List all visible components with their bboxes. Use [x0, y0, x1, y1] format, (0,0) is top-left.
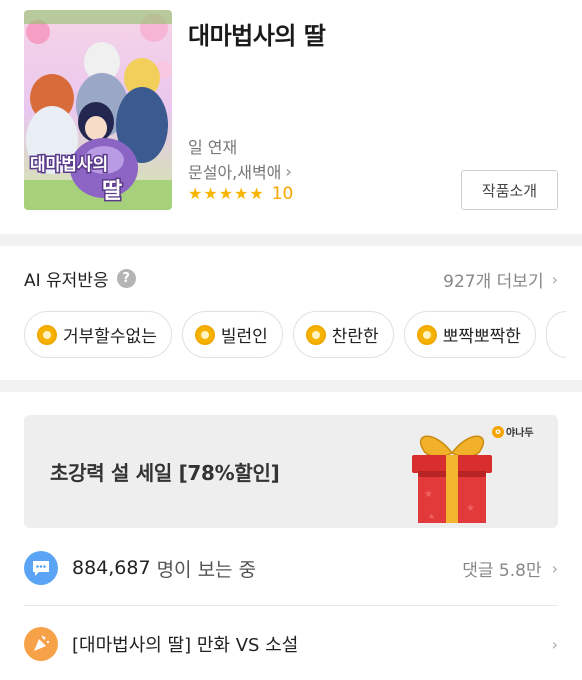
viewer-count: 884,687 — [72, 557, 151, 579]
work-intro-button[interactable]: 작품소개 — [461, 170, 558, 210]
serial-schedule: 일 연재 — [188, 138, 238, 157]
svg-text:딸: 딸 — [102, 179, 122, 204]
star-icon: ★ — [218, 184, 234, 203]
ai-reactions-title: AI 유저반응 — [24, 271, 109, 291]
ad-banner-text: 초강력 설 세일 [78%할인] — [50, 461, 280, 485]
star-icon: ★ — [234, 184, 249, 203]
star-icon: ★ — [188, 184, 203, 203]
ad-banner[interactable]: 초강력 설 세일 [78%할인] ★ ★ ★ o 야나두 — [24, 415, 558, 528]
svg-text:★: ★ — [428, 512, 435, 521]
rating: ★ ★ ★ ★ ★ 10 — [188, 184, 293, 204]
rating-score: 10 — [271, 184, 294, 204]
ad-brand-name: 야나두 — [506, 428, 534, 439]
work-info: 대마법사의 딸 대마법사의 딸 일 연재 문설아,새벽애 › ★ ★ ★ ★ ★… — [0, 0, 582, 234]
reaction-coin-icon — [194, 324, 215, 345]
ai-reactions-more-label: 927개 더보기 — [443, 272, 544, 292]
chevron-right-icon: › — [551, 634, 558, 654]
reaction-coin-icon — [416, 324, 437, 345]
cover-image[interactable]: 대마법사의 딸 — [24, 10, 172, 210]
star-icon: ★ — [249, 184, 264, 203]
brand-logo-icon: o — [492, 425, 504, 438]
chevron-right-icon: › — [551, 558, 558, 578]
gift-box-icon: ★ ★ ★ — [404, 423, 500, 528]
reaction-chips: 거부할수없는 빌런인 찬란한 뽀짝뽀짝한 — [24, 311, 566, 358]
reaction-coin-icon — [305, 324, 326, 345]
comments-count: 댓글 5.8만 — [462, 560, 542, 581]
help-icon[interactable]: ? — [116, 269, 136, 288]
ai-reactions-header: AI 유저반응 ? — [24, 266, 136, 291]
cover-illustration: 대마법사의 딸 — [24, 10, 172, 210]
ad-brand: o 야나두 — [492, 424, 534, 439]
chevron-right-icon: › — [285, 161, 292, 181]
reaction-chip[interactable]: 거부할수없는 — [24, 311, 172, 358]
reaction-chip[interactable]: 찬란한 — [292, 311, 394, 358]
authors-label: 문설아,새벽애 — [188, 163, 282, 182]
chevron-right-icon: › — [551, 270, 558, 289]
ai-reactions-more-link[interactable]: 927개 더보기 › — [443, 267, 558, 292]
reaction-chip-label: 찬란한 — [331, 327, 379, 347]
section-divider — [0, 234, 582, 246]
section-divider — [0, 380, 582, 392]
chat-bubble-icon — [24, 551, 58, 585]
reaction-chip-overflow[interactable] — [545, 311, 566, 358]
svg-text:★: ★ — [466, 503, 475, 514]
authors-link[interactable]: 문설아,새벽애 › — [188, 159, 292, 183]
comments-link[interactable]: 댓글 5.8만 › — [462, 556, 558, 581]
svg-text:★: ★ — [424, 489, 433, 500]
reaction-chip-label: 뽀짝뽀짝한 — [442, 327, 521, 347]
reaction-chip[interactable]: 뽀짝뽀짝한 — [403, 311, 536, 358]
star-icon: ★ — [203, 184, 218, 203]
party-popper-icon — [24, 627, 58, 661]
reaction-chip-label: 거부할수없는 — [63, 327, 157, 347]
viewers-row[interactable]: 884,687 명이 보는 중 댓글 5.8만 › — [24, 548, 558, 588]
star-rating: ★ ★ ★ ★ ★ — [188, 184, 264, 204]
viewer-count-suffix: 명이 보는 중 — [156, 558, 257, 581]
reaction-chip-label: 빌런인 — [220, 327, 268, 347]
comic-vs-novel-label: [대마법사의 딸] 만화 VS 소설 — [72, 635, 299, 656]
reaction-coin-icon — [37, 324, 57, 345]
work-title: 대마법사의 딸 — [188, 22, 326, 50]
svg-text:대마법사의: 대마법사의 — [30, 155, 108, 175]
divider-line — [24, 605, 558, 606]
reaction-chip[interactable]: 빌런인 — [181, 311, 283, 358]
comic-vs-novel-link[interactable]: [대마법사의 딸] 만화 VS 소설 › — [24, 624, 558, 664]
